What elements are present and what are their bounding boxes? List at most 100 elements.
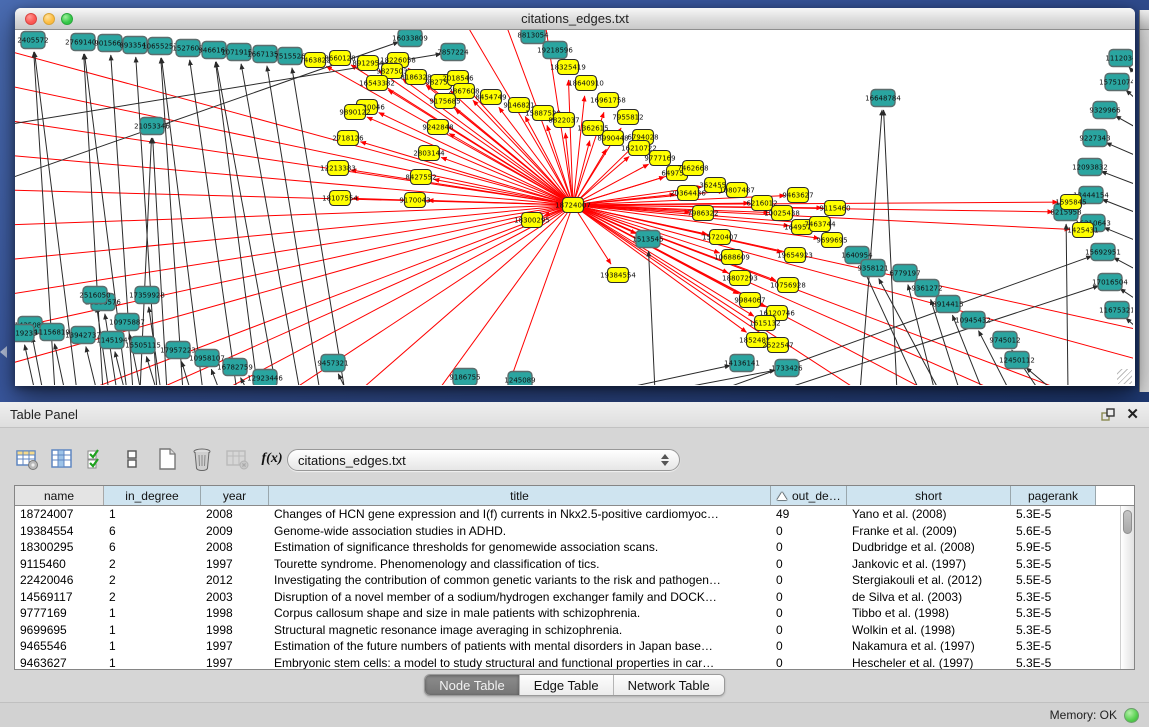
yellow-node[interactable]: 9115460 (819, 201, 850, 216)
node-label: 9463627 (782, 192, 813, 200)
teal-node[interactable]: 16648784 (865, 90, 901, 107)
column-header-year[interactable]: year (201, 486, 269, 505)
function-builder-icon[interactable]: f(x) (259, 446, 285, 472)
teal-node[interactable]: 16782759 (217, 359, 253, 376)
teal-node[interactable]: 9361272 (911, 280, 942, 297)
tab-node-table[interactable]: Node Table (425, 675, 520, 695)
teal-node[interactable]: 2405572 (17, 32, 48, 49)
table-select-dropdown[interactable]: citations_edges.txt (287, 449, 680, 471)
teal-node[interactable]: 2516050 (79, 287, 110, 304)
node-label: 8822037 (548, 117, 579, 125)
node-label: 11675321 (1099, 307, 1133, 315)
teal-node[interactable]: 15692951 (1085, 244, 1121, 261)
teal-node[interactable]: 9358121 (857, 260, 888, 277)
teal-node[interactable]: 1145194 (96, 332, 128, 349)
yellow-node[interactable]: 18107554 (322, 191, 358, 206)
yellow-node[interactable]: 9463627 (782, 188, 813, 203)
table-row[interactable]: 1938455462009Genome-wide association stu… (15, 523, 1134, 540)
teal-node[interactable]: 15751074 (1099, 74, 1133, 91)
yellow-node[interactable]: 2803144 (413, 146, 445, 161)
yellow-node[interactable]: 18640910 (568, 76, 604, 91)
column-header-title[interactable]: title (269, 486, 771, 505)
node-label: 20364436 (670, 190, 706, 198)
teal-node[interactable]: 7857224 (437, 44, 469, 61)
teal-node[interactable]: 9745012 (989, 332, 1020, 349)
window-minimize-button[interactable] (43, 13, 55, 25)
table-settings-icon[interactable] (14, 446, 40, 472)
teal-node[interactable]: 1245089 (504, 372, 535, 386)
node-label: 9186755 (449, 374, 480, 382)
table-row[interactable]: 2242004622012Investigating the contribut… (15, 572, 1134, 589)
yellow-node[interactable]: 7955812 (612, 110, 643, 125)
column-header-in_degree[interactable]: in_degree (104, 486, 201, 505)
teal-node[interactable]: 6779197 (889, 265, 920, 282)
teal-node[interactable]: 9186755 (449, 369, 480, 386)
table-vertical-scrollbar[interactable] (1120, 506, 1134, 669)
table-row[interactable]: 911546021997Tourette syndrome. Phenomeno… (15, 556, 1134, 573)
yellow-node[interactable]: 9170043 (399, 193, 430, 208)
window-close-button[interactable] (25, 13, 37, 25)
new-table-icon[interactable] (154, 446, 180, 472)
node-attribute-table[interactable]: namein_degreeyeartitleout_de…shortpagera… (14, 485, 1135, 670)
teal-node[interactable]: 12923446 (247, 370, 283, 386)
teal-node[interactable]: 9329966 (1089, 102, 1121, 119)
yellow-node[interactable]: 19384554 (600, 268, 636, 283)
table-row[interactable]: 946554611997Estimation of the future num… (15, 638, 1134, 655)
close-panel-icon[interactable]: ✕ (1126, 407, 1139, 423)
float-panel-icon[interactable] (1100, 407, 1116, 423)
table-row[interactable]: 946362711997Embryonic stem cells: a mode… (15, 655, 1134, 671)
scrollbar-thumb[interactable] (1123, 510, 1132, 534)
teal-node[interactable]: 9457321 (317, 355, 348, 372)
column-header-name[interactable]: name (15, 486, 104, 505)
table-row[interactable]: 969969511998Structural magnetic resonanc… (15, 622, 1134, 639)
table-row[interactable]: 1872400712008Changes of HCN gene express… (15, 506, 1134, 523)
teal-node[interactable]: 8914415 (932, 296, 963, 313)
select-all-icon[interactable] (84, 446, 110, 472)
memory-status-indicator[interactable] (1124, 708, 1139, 723)
yellow-node[interactable]: 10756928 (770, 278, 806, 293)
teal-node[interactable]: 16033809 (392, 30, 428, 47)
yellow-node[interactable]: 9699695 (816, 233, 847, 248)
teal-node[interactable]: 12450112 (999, 352, 1035, 369)
window-zoom-button[interactable] (61, 13, 73, 25)
yellow-node[interactable]: 9242848 (422, 120, 453, 135)
panel-collapse-arrow-icon[interactable] (0, 346, 7, 358)
table-row[interactable]: 1830029562008Estimation of significance … (15, 539, 1134, 556)
teal-node[interactable]: 10975887 (109, 314, 145, 331)
teal-node[interactable]: 17016504 (1092, 274, 1128, 291)
table-row[interactable]: 977716911998Corpus callosum shape and si… (15, 605, 1134, 622)
teal-node[interactable]: 12093832 (1072, 159, 1108, 176)
table-row[interactable]: 1456911722003Disruption of a novel membe… (15, 589, 1134, 606)
teal-node[interactable]: 10945432 (955, 312, 991, 329)
window-resize-grip[interactable] (1117, 369, 1132, 384)
row-height-icon[interactable] (119, 446, 145, 472)
yellow-node[interactable]: 8427552 (405, 170, 436, 185)
column-header-short[interactable]: short (847, 486, 1011, 505)
table-cell: Stergiakouli et al. (2012) (847, 572, 1011, 589)
tab-edge-table[interactable]: Edge Table (520, 675, 614, 695)
yellow-node[interactable]: 18325419 (550, 60, 586, 75)
teal-node[interactable]: 19218596 (537, 42, 573, 59)
network-canvas[interactable]: 2405572276914069015662893354110655257152… (15, 30, 1133, 385)
teal-node[interactable]: 8813054 (517, 30, 549, 44)
teal-node[interactable]: 11675321 (1099, 302, 1133, 319)
column-header-out_de[interactable]: out_de… (771, 486, 847, 505)
column-visibility-icon[interactable] (49, 446, 75, 472)
delete-table-icon[interactable] (189, 446, 215, 472)
yellow-node[interactable]: 2718126 (332, 131, 364, 146)
yellow-node[interactable]: 12213383 (320, 161, 356, 176)
teal-node[interactable]: 1513545 (632, 231, 663, 248)
network-window-titlebar[interactable]: citations_edges.txt (15, 8, 1135, 30)
yellow-node[interactable]: 9984067 (734, 293, 765, 308)
teal-node[interactable]: 1112034 (1105, 50, 1133, 67)
teal-node[interactable]: 15505115 (125, 337, 161, 354)
tab-network-table[interactable]: Network Table (614, 675, 724, 695)
column-header-pagerank[interactable]: pagerank (1011, 486, 1096, 505)
teal-node[interactable]: 1733426 (771, 360, 803, 377)
teal-node[interactable]: 14136141 (724, 355, 760, 372)
yellow-node[interactable]: 19654923 (777, 248, 813, 263)
yellow-node[interactable]: 16961758 (590, 93, 626, 108)
teal-node[interactable]: 17359928 (129, 287, 165, 304)
citation-network-graph[interactable]: 2405572276914069015662893354110655257152… (15, 30, 1133, 385)
teal-node[interactable]: 9227343 (1079, 130, 1110, 147)
